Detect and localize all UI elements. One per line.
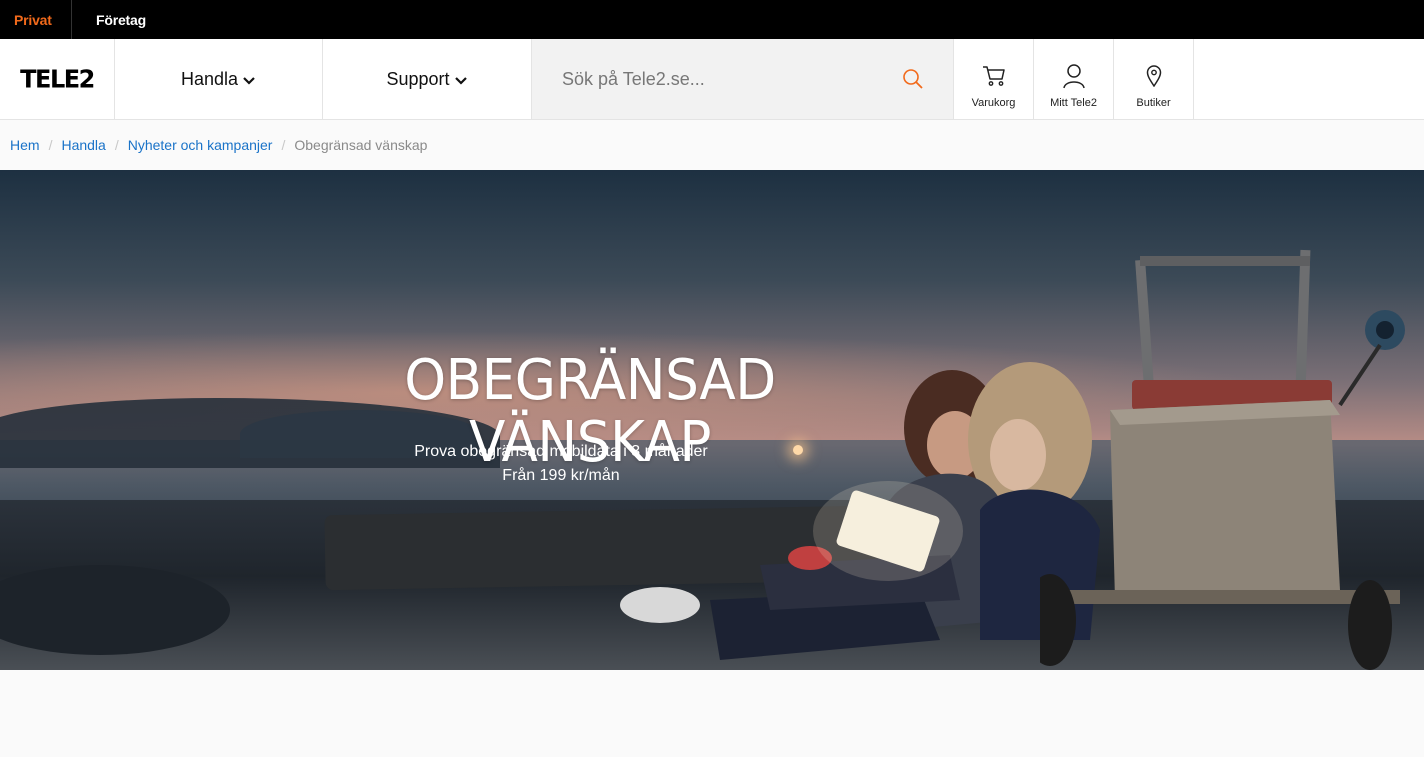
segment-foretag[interactable]: Företag <box>72 0 146 39</box>
hero-banner[interactable]: OBEGRÄNSAD VÄNSKAP Prova obegränsad mobi… <box>0 170 1424 670</box>
breadcrumb-current: Obegränsad vänskap <box>294 137 428 153</box>
logo-text: TELE2 <box>20 64 95 94</box>
search-box <box>532 39 954 119</box>
breadcrumb-separator: / <box>114 137 119 153</box>
nav-support[interactable]: Support <box>323 39 532 119</box>
breadcrumb: Hem / Handla / Nyheter och kampanjer / O… <box>0 120 1424 170</box>
cart-icon <box>982 66 1005 86</box>
cart-label: Varukorg <box>971 97 1016 109</box>
cart-button[interactable]: Varukorg <box>954 39 1034 119</box>
breadcrumb-separator: / <box>48 137 53 153</box>
chevron-down-icon <box>454 76 467 85</box>
main-header: TELE2 Handla Support Varukorg <box>0 39 1424 120</box>
hero-line-1: Prova obegränsad mobildata i 3 månader <box>414 443 708 460</box>
nav-handla[interactable]: Handla <box>115 39 323 119</box>
location-pin-icon <box>1146 65 1161 87</box>
account-label: Mitt Tele2 <box>1050 97 1097 109</box>
breadcrumb-handla[interactable]: Handla <box>61 137 105 153</box>
chevron-down-icon <box>243 76 255 85</box>
breadcrumb-nyheter[interactable]: Nyheter och kampanjer <box>128 137 273 153</box>
page-content-area <box>0 670 1424 757</box>
stores-label: Butiker <box>1136 97 1171 109</box>
search-icon[interactable] <box>902 68 924 90</box>
segment-privat[interactable]: Privat <box>0 0 72 39</box>
hero-text: OBEGRÄNSAD VÄNSKAP Prova obegränsad mobi… <box>280 350 900 484</box>
top-bar: Privat Företag <box>0 0 1424 39</box>
stores-button[interactable]: Butiker <box>1114 39 1194 119</box>
nav-handla-label: Handla <box>180 68 239 89</box>
user-icon <box>1062 64 1085 89</box>
nav-support-label: Support <box>386 68 450 89</box>
breadcrumb-separator: / <box>281 137 286 153</box>
hero-subtitle: Prova obegränsad mobildata i 3 månader F… <box>280 440 1106 488</box>
account-button[interactable]: Mitt Tele2 <box>1034 39 1114 119</box>
hero-line-2: Från 199 kr/mån <box>502 467 620 484</box>
tele2-logo[interactable]: TELE2 <box>0 39 115 119</box>
breadcrumb-hem[interactable]: Hem <box>10 137 40 153</box>
search-input[interactable] <box>532 39 892 119</box>
